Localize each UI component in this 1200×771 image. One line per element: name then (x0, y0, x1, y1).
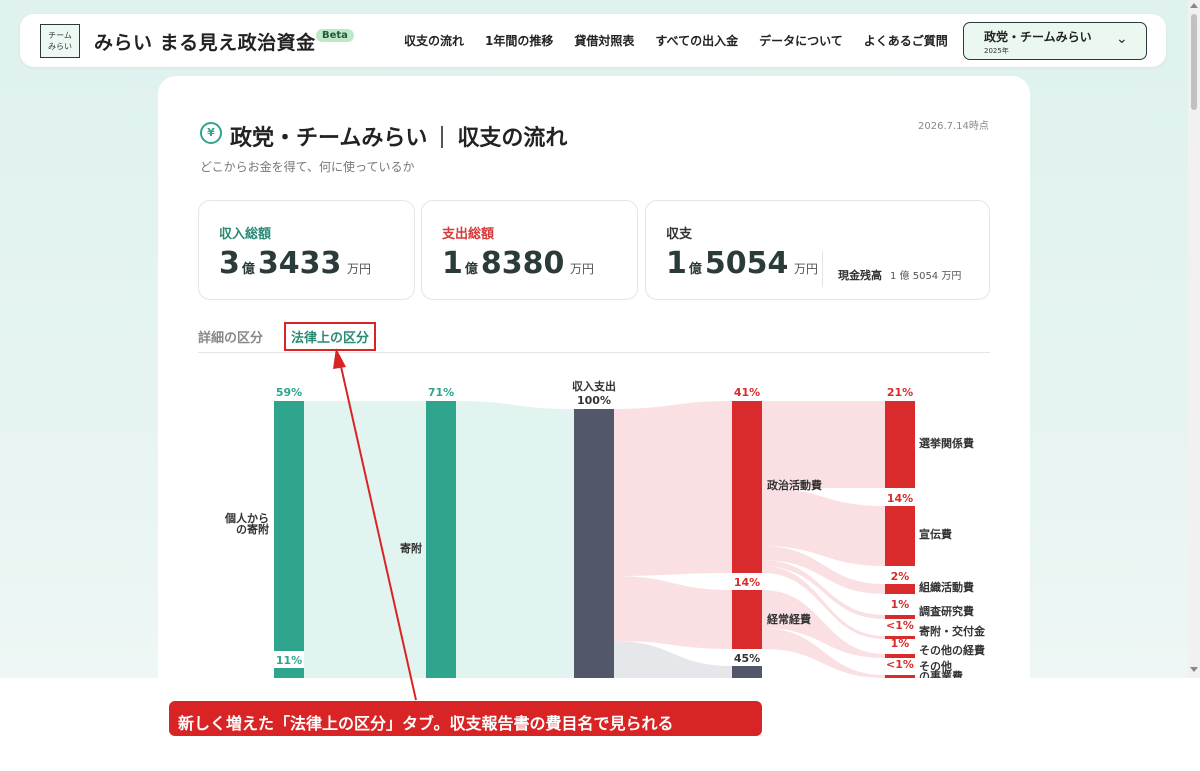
nav-link-about-data[interactable]: データについて (759, 32, 843, 49)
leaf-label-2-0: 組織活動費 (919, 580, 974, 594)
leaf-pct-3: 1% (891, 598, 910, 611)
site-brand[interactable]: みらい まる見え政治資金 (94, 28, 316, 55)
sankey-chart: 59%11%71% 41%14%45%個人からの寄附寄附収入支出100%政治活動費… (224, 379, 986, 678)
content-card: ¥ 政党・チームみらい 収支の流れ どこからお金を得て、何に使っているか 2026… (158, 76, 1030, 678)
nav-link-yearly[interactable]: 1年間の推移 (485, 32, 553, 49)
leaf-label-6-1: の事業費 (919, 669, 963, 678)
leaf-pct-5: 1% (891, 637, 910, 650)
leaf-pct-0: 21% (887, 386, 913, 399)
node-bar-donation (426, 401, 456, 678)
label-center-line1: 収入支出 (572, 379, 616, 393)
main-nav: 収支の流れ 1年間の推移 貸借対照表 すべての出入金 データについて よくあるご… (404, 32, 948, 49)
node-bar-other-income (274, 668, 304, 678)
link-other-income (304, 668, 426, 678)
scroll-up-icon[interactable] (1190, 3, 1198, 8)
node-bar-political (732, 401, 762, 573)
label-center-line2: 100% (577, 394, 611, 407)
pct-balance: 45% (734, 652, 760, 665)
leaf-label-4-0: 寄附・交付金 (919, 624, 986, 638)
pct-political: 41% (734, 386, 760, 399)
chevron-down-icon: ⌄ (1116, 31, 1128, 47)
node-bar-ordinary (732, 590, 762, 649)
leaf-bar-2 (885, 584, 915, 594)
nav-link-balance-sheet[interactable]: 貸借対照表 (574, 32, 634, 49)
vertical-scrollbar[interactable] (1188, 0, 1200, 678)
leaf-pct-1: 14% (887, 492, 913, 505)
party-select-name: 政党・チームみらい (984, 30, 1092, 44)
leaf-label-0-0: 選挙関係費 (919, 436, 974, 450)
scroll-down-icon[interactable] (1190, 667, 1198, 672)
leaf-label-5-0: その他の経費 (919, 643, 985, 657)
nav-link-transactions[interactable]: すべての出入金 (655, 32, 738, 49)
leaf-bar-6 (885, 675, 915, 678)
label-political: 政治活動費 (767, 478, 822, 492)
node-bar-center (574, 409, 614, 678)
party-select-year: 2025年 (984, 47, 1009, 55)
node-bar-individual (274, 401, 304, 651)
node-bar-balance (732, 666, 762, 678)
leaf-pct-6: <1% (886, 658, 914, 671)
scrollbar-thumb[interactable] (1191, 14, 1197, 110)
link-individual-donation (304, 401, 426, 678)
link-donation-center (456, 401, 574, 678)
leaf-pct-4: <1% (886, 619, 914, 632)
nav-link-flow[interactable]: 収支の流れ (404, 32, 464, 49)
link-center-political (614, 401, 732, 576)
pct-individual: 59% (276, 386, 302, 399)
pct-ordinary: 14% (734, 576, 760, 589)
logo-text-top: チーム (48, 31, 72, 40)
label-individual-line2: の寄附 (236, 522, 269, 536)
leaf-pct-2: 2% (891, 570, 910, 583)
annotation-caption: 新しく増えた「法律上の区分」タブ。収支報告書の費目名で見られる (169, 701, 762, 736)
label-donation: 寄附 (400, 541, 422, 555)
nav-link-faq[interactable]: よくあるご質問 (864, 32, 948, 49)
label-ordinary: 経常経費 (767, 612, 811, 626)
beta-badge: Beta (316, 29, 354, 42)
leaf-bar-0 (885, 401, 915, 488)
leaf-label-3-0: 調査研究費 (919, 604, 974, 618)
browser-viewport: チーム みらい みらい まる見え政治資金 Beta 収支の流れ 1年間の推移 貸… (0, 0, 1188, 678)
site-logo[interactable]: チーム みらい (40, 24, 80, 58)
leaf-label-1-0: 宣伝費 (919, 527, 952, 541)
pct-other-income: 11% (276, 654, 302, 667)
leaf-bar-1 (885, 506, 915, 566)
party-year-select[interactable]: 政党・チームみらい 2025年 ⌄ (963, 22, 1147, 60)
logo-text-bottom: みらい (48, 42, 72, 51)
link-center-ordinary (614, 576, 732, 649)
link-leaf-0 (762, 401, 885, 488)
site-header: チーム みらい みらい まる見え政治資金 Beta 収支の流れ 1年間の推移 貸… (20, 14, 1166, 67)
pct-donation: 71% (428, 386, 454, 399)
